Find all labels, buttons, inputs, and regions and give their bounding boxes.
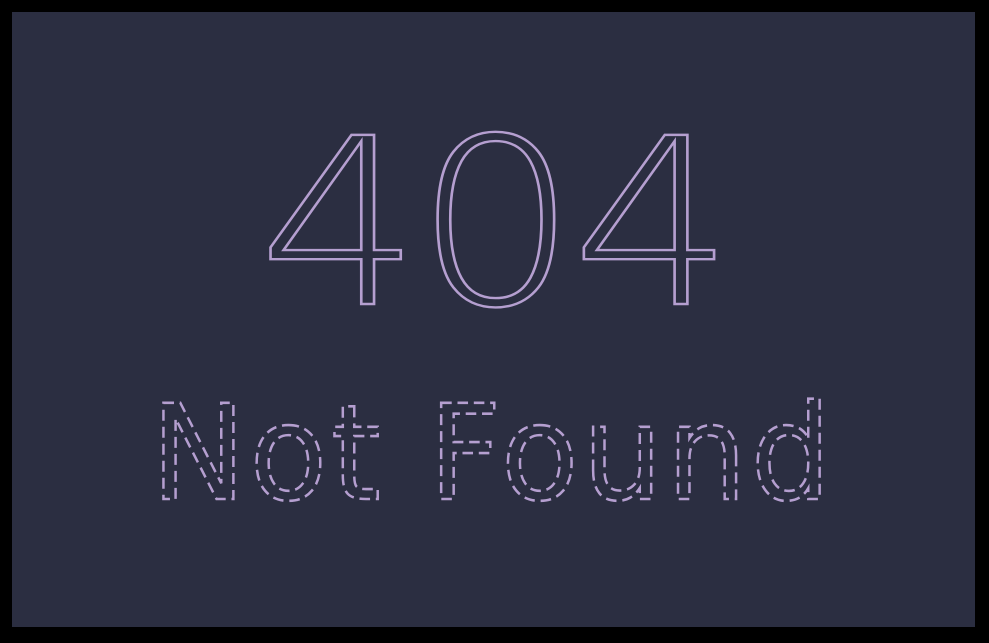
error-illustration: 404 Not Found bbox=[150, 88, 835, 532]
error-page: 404 Not Found bbox=[12, 12, 975, 627]
error-message: Not Found bbox=[151, 377, 835, 531]
error-code: 404 bbox=[258, 89, 728, 359]
